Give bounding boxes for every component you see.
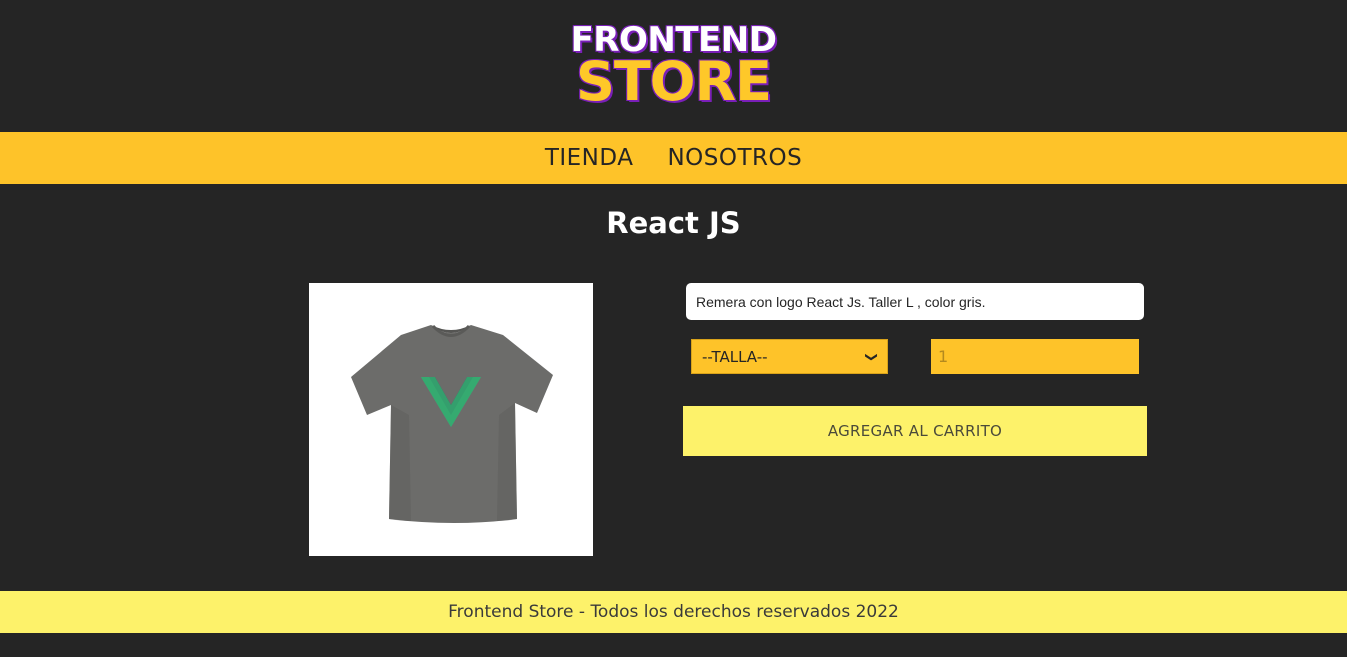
footer-text: Frontend Store - Todos los derechos rese… bbox=[448, 602, 899, 622]
add-to-cart-button[interactable]: AGREGAR AL CARRITO bbox=[683, 406, 1147, 456]
quantity-input[interactable]: 1 bbox=[931, 339, 1139, 374]
product-description: Remera con logo React Js. Taller L , col… bbox=[686, 283, 1144, 320]
size-select[interactable]: --TALLA-- ❯ bbox=[691, 339, 888, 374]
nav-link-tienda[interactable]: TIENDA bbox=[545, 145, 634, 171]
page-title: React JS bbox=[606, 206, 741, 240]
product-image bbox=[309, 283, 593, 556]
site-header: FRONTEND STORE bbox=[0, 0, 1347, 132]
nav-link-nosotros[interactable]: NOSOTROS bbox=[667, 145, 802, 171]
main-nav: TIENDA NOSOTROS bbox=[0, 132, 1347, 184]
size-select-value: --TALLA-- bbox=[702, 347, 768, 366]
site-footer: Frontend Store - Todos los derechos rese… bbox=[0, 591, 1347, 633]
chevron-down-icon: ❯ bbox=[864, 351, 879, 362]
tshirt-image bbox=[351, 324, 553, 523]
product-page: React JS Remera con logo React Js. Talle… bbox=[0, 184, 1347, 591]
site-logo[interactable]: FRONTEND STORE bbox=[571, 23, 777, 109]
quantity-placeholder: 1 bbox=[938, 347, 949, 366]
logo-text-bottom: STORE bbox=[575, 50, 772, 113]
